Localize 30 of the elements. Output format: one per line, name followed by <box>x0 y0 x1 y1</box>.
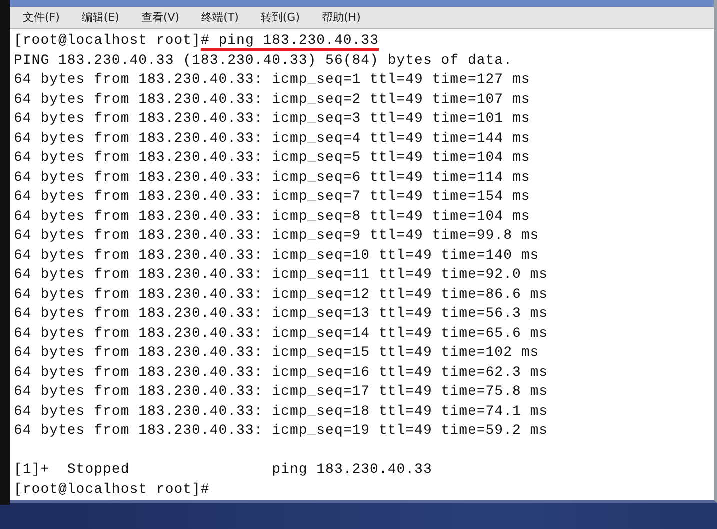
output-line: [1]+ Stopped ping 183.230.40.33 <box>14 462 432 478</box>
output-line: 64 bytes from 183.230.40.33: icmp_seq=19 ttl=49 time=59.2 ms <box>14 423 548 439</box>
output-line: 64 bytes from 183.230.40.33: icmp_seq=8 ttl=49 time=104 ms <box>14 208 530 224</box>
menu-item[interactable]: 编辑(E) <box>82 10 120 25</box>
output-line: [root@localhost root]# <box>14 482 210 498</box>
shell-prompt: [root@localhost root] <box>14 33 201 49</box>
output-line: 64 bytes from 183.230.40.33: icmp_seq=3 ttl=49 time=101 ms <box>14 111 530 127</box>
output-line: 64 bytes from 183.230.40.33: icmp_seq=4 ttl=49 time=144 ms <box>14 130 530 146</box>
output-line: 64 bytes from 183.230.40.33: icmp_seq=16 ttl=49 time=62.3 ms <box>14 364 548 380</box>
output-line: 64 bytes from 183.230.40.33: icmp_seq=12 ttl=49 time=86.6 ms <box>14 286 548 302</box>
output-line: 64 bytes from 183.230.40.33: icmp_seq=5 ttl=49 time=104 ms <box>14 150 530 166</box>
menu-item[interactable]: 文件(F) <box>23 10 60 25</box>
output-line: 64 bytes from 183.230.40.33: icmp_seq=1 ttl=49 time=127 ms <box>14 72 530 88</box>
output-line: 64 bytes from 183.230.40.33: icmp_seq=15 ttl=49 time=102 ms <box>14 345 540 361</box>
output-line: 64 bytes from 183.230.40.33: icmp_seq=17 ttl=49 time=75.8 ms <box>14 384 548 400</box>
ping-command: # ping 183.230.40.33 <box>200 33 379 49</box>
output-line: 64 bytes from 183.230.40.33: icmp_seq=14 ttl=49 time=65.6 ms <box>14 326 548 342</box>
output-line: 64 bytes from 183.230.40.33: icmp_seq=7 ttl=49 time=154 ms <box>14 189 530 205</box>
menu-item[interactable]: 终端(T) <box>202 10 239 25</box>
output-line: 64 bytes from 183.230.40.33: icmp_seq=13 ttl=49 time=56.3 ms <box>14 306 548 322</box>
menu-item[interactable]: 帮助(H) <box>322 10 361 25</box>
menu-item[interactable]: 转到(G) <box>260 10 300 25</box>
output-line: 64 bytes from 183.230.40.33: icmp_seq=2 ttl=49 time=107 ms <box>14 92 530 108</box>
output-line: PING 183.230.40.33 (183.230.40.33) 56(84) bytes of data. <box>14 52 512 68</box>
output-line: 64 bytes from 183.230.40.33: icmp_seq=9 ttl=49 time=99.8 ms <box>14 228 540 244</box>
output-line: 64 bytes from 183.230.40.33: icmp_seq=18 ttl=49 time=74.1 ms <box>14 404 548 420</box>
output-line: 64 bytes from 183.230.40.33: icmp_seq=10 ttl=49 time=140 ms <box>14 248 540 264</box>
menu-item[interactable]: 查看(V) <box>141 10 180 25</box>
output-line: 64 bytes from 183.230.40.33: icmp_seq=11 ttl=49 time=92.0 ms <box>14 267 548 283</box>
output-line: 64 bytes from 183.230.40.33: icmp_seq=6 ttl=49 time=114 ms <box>14 170 530 186</box>
